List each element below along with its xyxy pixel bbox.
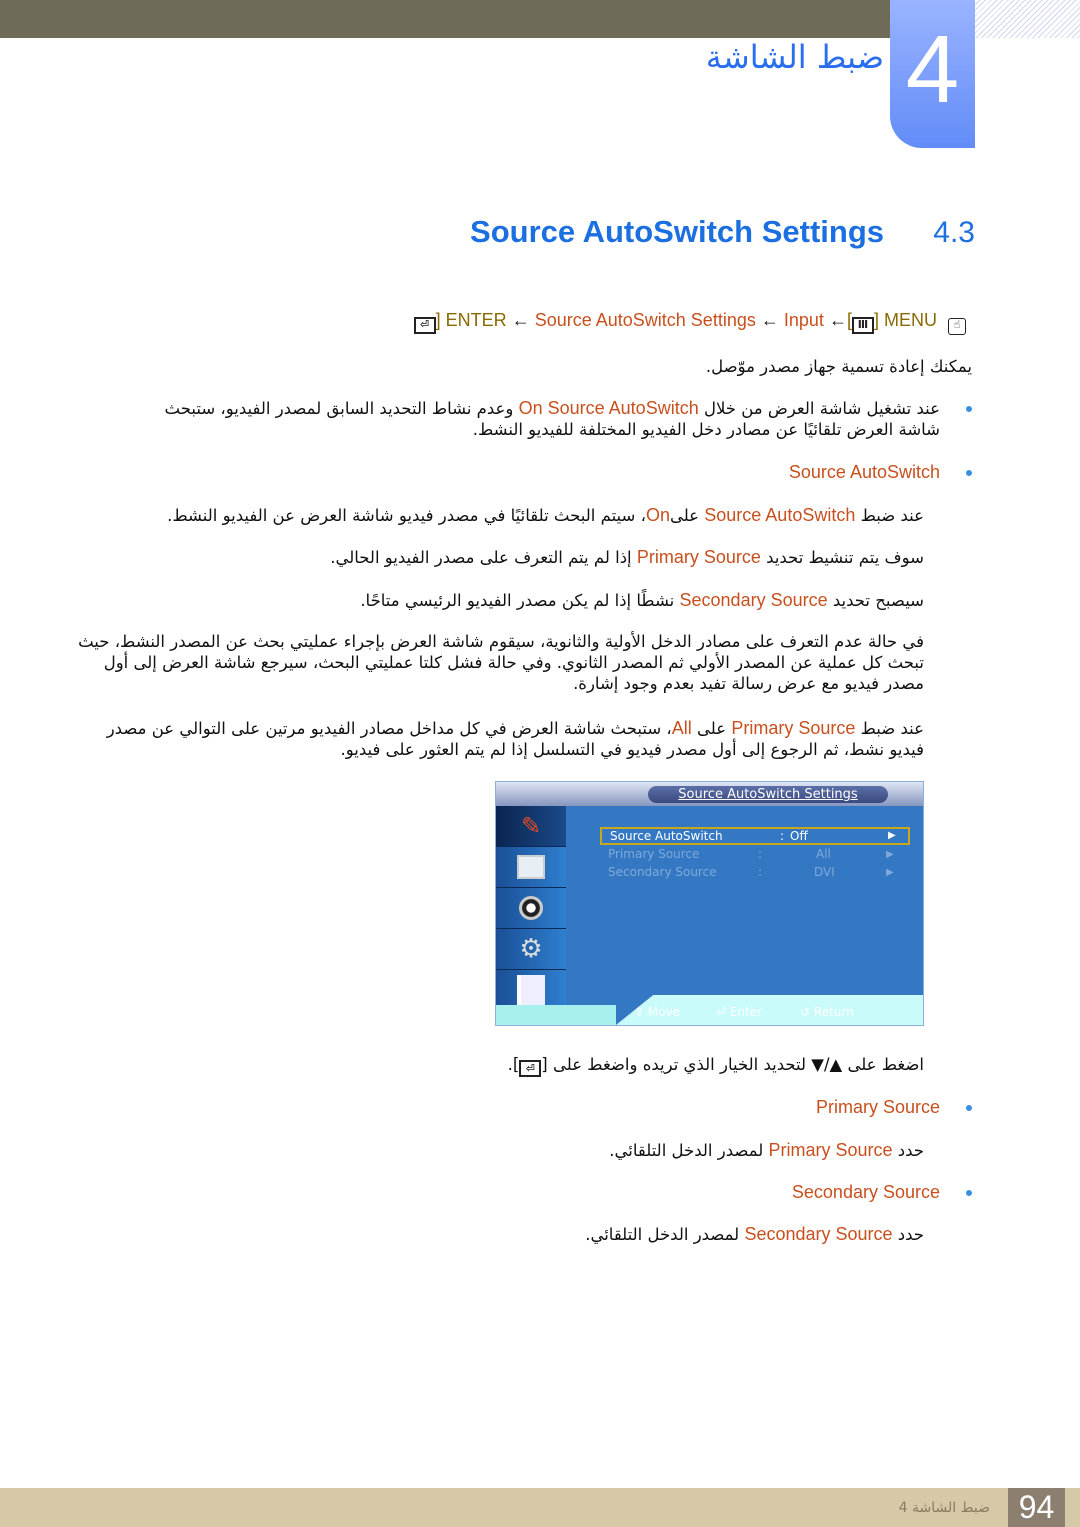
text-segment: لمصدر الدخل التلقائي.: [609, 1141, 769, 1160]
text-segment: عند ضبط: [855, 719, 924, 738]
text-segment: اضغط على ▲/▼ لتحديد الخيار الذي تريده وا…: [541, 1055, 924, 1074]
bullet-title: Secondary Source: [791, 1182, 940, 1202]
highlight-term: Primary Source: [636, 547, 761, 567]
text-segment: لمصدر الدخل التلقائي.: [585, 1225, 745, 1244]
input-icon: ✎: [496, 806, 566, 847]
bullet-title: Primary Source: [815, 1097, 940, 1117]
text-segment: حدد: [892, 1141, 924, 1160]
text-segment: حدد: [892, 1225, 924, 1244]
header-pattern: [975, 0, 1080, 38]
setup-icon: ⚙: [496, 929, 566, 970]
text-segment: على: [669, 506, 705, 525]
menu-key-icon: Ⅲ: [851, 317, 874, 334]
bullet-title: Source AutoSwitch: [788, 462, 940, 482]
enter-key-icon: ⏎: [519, 1060, 542, 1077]
sound-icon: [496, 888, 566, 929]
bullet-icon: [966, 406, 972, 412]
osd-return: ↺ Return: [800, 1005, 854, 1019]
paragraph: سوف يتم تنشيط تحديد Primary Source إذا ل…: [330, 547, 924, 568]
text-segment: في حالة عدم التعرف على مصادر الدخل الأول…: [78, 632, 924, 693]
text-segment: سيصبح تحديد: [827, 591, 924, 610]
osd-sidebar: ✎ ⚙: [496, 806, 566, 1011]
menu-path: ⏎] ENTER ← Source AutoSwitch Settings ← …: [413, 310, 966, 335]
bullet-text: عند تشغيل شاشة العرض من خلال On Source A…: [160, 398, 940, 440]
osd-title: Source AutoSwitch Settings: [648, 786, 888, 803]
osd-row-primary-source[interactable]: Primary Source : All ▶: [600, 846, 910, 864]
osd-enter: ⏎ Enter: [716, 1005, 763, 1019]
osd-move: ⇕ Move: [634, 1005, 681, 1019]
paragraph: عند ضبط Primary Source على All، ستبحث شا…: [68, 718, 924, 760]
section-number: 4.3: [933, 216, 975, 249]
enter-key-icon: ⏎: [413, 317, 436, 334]
menu-path-item: Source AutoSwitch Settings: [534, 310, 756, 330]
bullet-icon: [966, 470, 972, 476]
osd-row-secondary-source[interactable]: Secondary Source : DVI ▶: [600, 864, 910, 882]
highlight-term: All: [671, 718, 692, 738]
highlight-term: On: [645, 505, 670, 525]
menu-label: MENU: [883, 310, 937, 330]
highlight-term: Primary Source: [731, 718, 856, 738]
osd-row-source-autoswitch[interactable]: Source AutoSwitch : Off ▶: [600, 827, 910, 845]
chapter-number: 4: [890, 0, 975, 148]
osd-screenshot: Source AutoSwitch Settings ✎ ⚙ Source Au…: [495, 781, 924, 1026]
text-segment: عند تشغيل شاشة العرض من خلال: [698, 399, 940, 418]
paragraph: سيصبح تحديد Secondary Source نشطًا إذا ل…: [360, 590, 924, 611]
enter-label: ENTER: [445, 310, 507, 330]
arrow-right-icon: ▶: [888, 830, 896, 841]
highlight-term: Secondary Source: [679, 590, 828, 610]
chapter-title: ضبط الشاشة: [705, 38, 884, 76]
highlight-term: Source AutoSwitch: [704, 505, 856, 525]
bullet-icon: [966, 1105, 972, 1111]
header-bar: [0, 0, 890, 38]
text-segment: إذا لم يتم التعرف على مصدر الفيديو الحال…: [330, 548, 637, 567]
paragraph: حدد Secondary Source لمصدر الدخل التلقائ…: [585, 1224, 924, 1245]
highlight-term: Secondary Source: [744, 1224, 893, 1244]
bullet-icon: [966, 1190, 972, 1196]
text-segment: على: [691, 719, 732, 738]
paragraph: عند ضبط Source AutoSwitch علىOn، سيتم ال…: [167, 505, 924, 526]
highlight-term: Primary Source: [768, 1140, 893, 1160]
text-segment: ].: [507, 1055, 520, 1074]
section-title: Source AutoSwitch Settings: [470, 214, 884, 249]
footer-chapter: ضبط الشاشة 4: [898, 1500, 990, 1516]
menu-path-item: Input: [783, 310, 824, 330]
highlight-term: On Source AutoSwitch: [518, 398, 699, 418]
arrow-right-icon: ▶: [886, 849, 894, 860]
paragraph: حدد Primary Source لمصدر الدخل التلقائي.: [609, 1140, 924, 1161]
intro-text: يمكنك إعادة تسمية جهاز مصدر موّصل.: [706, 356, 972, 377]
text-segment: ، سيتم البحث تلقائيًا في مصدر فيديو شاشة…: [167, 506, 646, 525]
paragraph: في حالة عدم التعرف على مصادر الدخل الأول…: [68, 631, 924, 694]
text-segment: نشطًا إذا لم يكن مصدر الفيديو الرئيسي مت…: [360, 591, 680, 610]
text-segment: سوف يتم تنشيط تحديد: [760, 548, 924, 567]
page-number: 94: [1008, 1488, 1065, 1527]
picture-icon: [496, 847, 566, 888]
arrow-right-icon: ▶: [886, 867, 894, 878]
text-segment: يمكنك إعادة تسمية جهاز مصدر موّصل.: [705, 357, 972, 376]
text-segment: عند ضبط: [855, 506, 924, 525]
hand-icon: ☝: [948, 318, 966, 335]
instruction-text: اضغط على ▲/▼ لتحديد الخيار الذي تريده وا…: [508, 1054, 924, 1077]
